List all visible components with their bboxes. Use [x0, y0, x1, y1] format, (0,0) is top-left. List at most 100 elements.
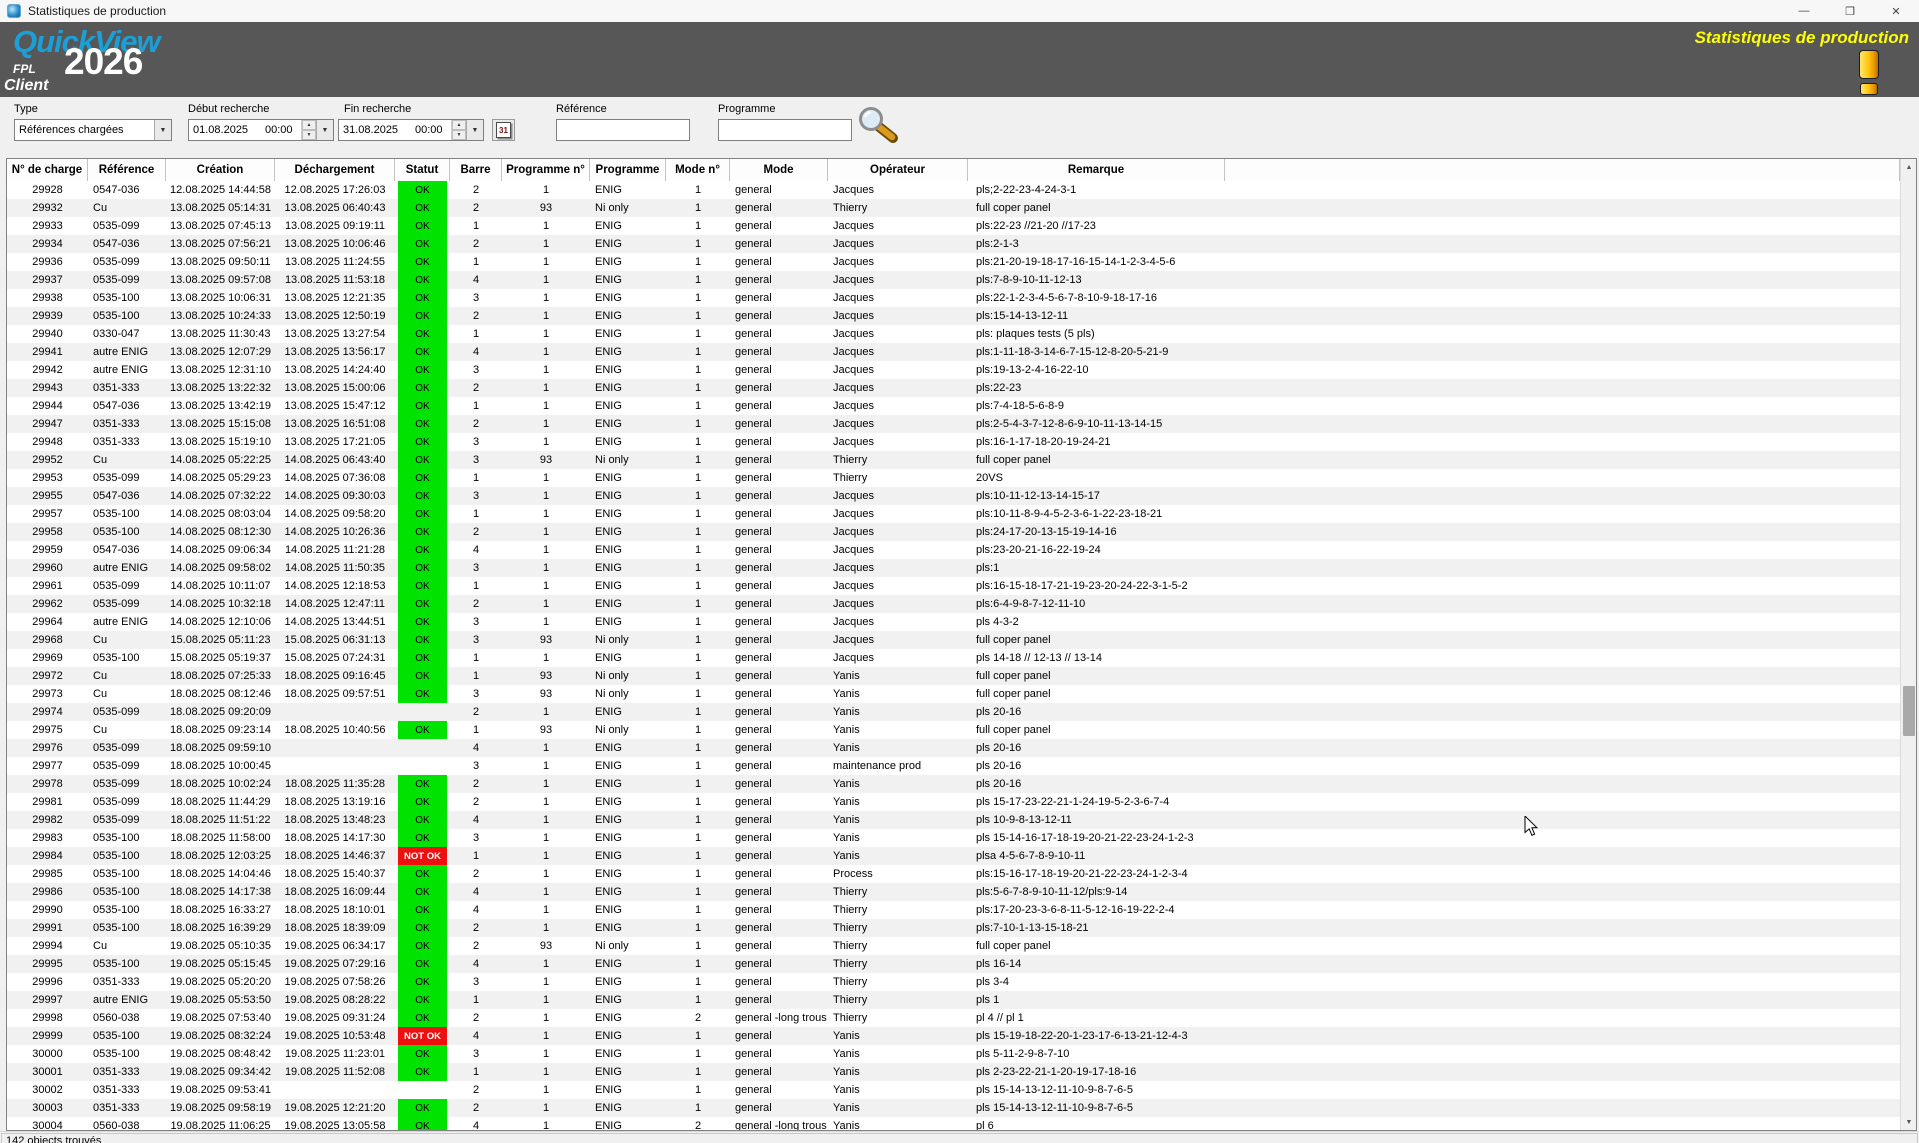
column-header[interactable]: Programme	[590, 159, 666, 181]
table-row[interactable]: 300010351-33319.08.2025 09:34:4219.08.20…	[7, 1063, 1900, 1081]
table-row[interactable]: 300020351-33319.08.2025 09:53:4121ENIG1g…	[7, 1081, 1900, 1099]
column-header[interactable]: Déchargement	[275, 159, 395, 181]
column-header[interactable]: Mode	[730, 159, 828, 181]
table-row[interactable]: 299360535-09913.08.2025 09:50:1113.08.20…	[7, 253, 1900, 271]
table-row[interactable]: 299850535-10018.08.2025 14:04:4618.08.20…	[7, 865, 1900, 883]
table-row[interactable]: 299380535-10013.08.2025 10:06:3113.08.20…	[7, 289, 1900, 307]
table-row[interactable]: 299740535-09918.08.2025 09:20:0921ENIG1g…	[7, 703, 1900, 721]
table-row[interactable]: 299960351-33319.08.2025 05:20:2019.08.20…	[7, 973, 1900, 991]
table-row[interactable]: 299530535-09914.08.2025 05:29:2314.08.20…	[7, 469, 1900, 487]
reference-input[interactable]	[556, 119, 690, 141]
table-row[interactable]: 29952Cu14.08.2025 05:22:2514.08.2025 06:…	[7, 451, 1900, 469]
table-row[interactable]: 299370535-09913.08.2025 09:57:0813.08.20…	[7, 271, 1900, 289]
chevron-down-icon[interactable]: ▼	[316, 120, 333, 140]
spin-down-icon[interactable]: ▼	[452, 130, 466, 140]
minimize-button[interactable]: —	[1781, 0, 1827, 22]
spin-down-icon[interactable]: ▼	[302, 130, 316, 140]
table-row[interactable]: 299390535-10013.08.2025 10:24:3313.08.20…	[7, 307, 1900, 325]
column-header[interactable]: Barre	[450, 159, 502, 181]
table-row[interactable]: 300000535-10019.08.2025 08:48:4219.08.20…	[7, 1045, 1900, 1063]
table-cell: plsa 4-5-6-7-8-9-10-11	[968, 847, 1225, 865]
table-row[interactable]: 299570535-10014.08.2025 08:03:0414.08.20…	[7, 505, 1900, 523]
table-row[interactable]: 299400330-04713.08.2025 11:30:4313.08.20…	[7, 325, 1900, 343]
column-header[interactable]: Création	[166, 159, 275, 181]
table-row[interactable]: 299760535-09918.08.2025 09:59:1041ENIG1g…	[7, 739, 1900, 757]
table-row[interactable]: 300040560-03819.08.2025 11:06:2519.08.20…	[7, 1117, 1900, 1130]
table-row[interactable]: 299820535-09918.08.2025 11:51:2218.08.20…	[7, 811, 1900, 829]
column-header[interactable]	[1225, 159, 1900, 181]
table-row[interactable]: 29941autre ENIG13.08.2025 12:07:2913.08.…	[7, 343, 1900, 361]
table-row[interactable]: 29932Cu13.08.2025 05:14:3113.08.2025 06:…	[7, 199, 1900, 217]
search-button[interactable]	[856, 104, 902, 155]
spin-up-icon[interactable]: ▲	[452, 120, 466, 130]
chevron-down-icon[interactable]: ▼	[466, 120, 483, 140]
table-row[interactable]: 299690535-10015.08.2025 05:19:3715.08.20…	[7, 649, 1900, 667]
table-row[interactable]: 29994Cu19.08.2025 05:10:3519.08.2025 06:…	[7, 937, 1900, 955]
scrollbar-thumb[interactable]	[1903, 686, 1915, 736]
table-row[interactable]: 29964autre ENIG14.08.2025 12:10:0614.08.…	[7, 613, 1900, 631]
table-cell: general	[730, 217, 828, 235]
table-row[interactable]: 299610535-09914.08.2025 10:11:0714.08.20…	[7, 577, 1900, 595]
table-row[interactable]: 299330535-09913.08.2025 07:45:1313.08.20…	[7, 217, 1900, 235]
table-cell: 29940	[7, 325, 88, 343]
table-row[interactable]: 299590547-03614.08.2025 09:06:3414.08.20…	[7, 541, 1900, 559]
table-cell: Jacques	[828, 631, 968, 649]
column-header[interactable]: N° de charge	[7, 159, 88, 181]
start-date-input[interactable]: 01.08.2025 00:00 ▲▼ ▼	[188, 119, 334, 141]
calendar-button[interactable]: 31	[492, 119, 515, 141]
column-header[interactable]: Opérateur	[828, 159, 968, 181]
scroll-up-icon[interactable]: ▲	[1901, 159, 1917, 175]
table-cell: 1	[502, 757, 590, 775]
type-dropdown[interactable]: Références chargées ▼	[14, 119, 172, 141]
table-row[interactable]: 299840535-10018.08.2025 12:03:2518.08.20…	[7, 847, 1900, 865]
table-row[interactable]: 299580535-10014.08.2025 08:12:3014.08.20…	[7, 523, 1900, 541]
table-row[interactable]: 299480351-33313.08.2025 15:19:1013.08.20…	[7, 433, 1900, 451]
table-row[interactable]: 299280547-03612.08.2025 14:44:5812.08.20…	[7, 181, 1900, 199]
chevron-down-icon[interactable]: ▼	[154, 120, 171, 140]
table-cell: 20VS	[968, 469, 1225, 487]
table-row[interactable]: 300030351-33319.08.2025 09:58:1919.08.20…	[7, 1099, 1900, 1117]
table-cell: 1	[666, 775, 730, 793]
table-row[interactable]: 299990535-10019.08.2025 08:32:2419.08.20…	[7, 1027, 1900, 1045]
column-header[interactable]: Statut	[395, 159, 450, 181]
table-row[interactable]: 299620535-09914.08.2025 10:32:1814.08.20…	[7, 595, 1900, 613]
table-row[interactable]: 299910535-10018.08.2025 16:39:2918.08.20…	[7, 919, 1900, 937]
table-row[interactable]: 299980560-03819.08.2025 07:53:4019.08.20…	[7, 1009, 1900, 1027]
vertical-scrollbar[interactable]: ▲ ▼	[1900, 159, 1916, 1130]
table-row[interactable]: 299950535-10019.08.2025 05:15:4519.08.20…	[7, 955, 1900, 973]
table-row[interactable]: 299470351-33313.08.2025 15:15:0813.08.20…	[7, 415, 1900, 433]
end-time-stepper[interactable]: ▲▼	[451, 120, 466, 140]
programme-input[interactable]	[718, 119, 852, 141]
column-header[interactable]: Remarque	[968, 159, 1225, 181]
column-header[interactable]: Mode n°	[666, 159, 730, 181]
end-date-input[interactable]: 31.08.2025 00:00 ▲▼ ▼	[338, 119, 484, 141]
start-time-stepper[interactable]: ▲▼	[301, 120, 316, 140]
table-row[interactable]: 299430351-33313.08.2025 13:22:3213.08.20…	[7, 379, 1900, 397]
table-cell: 18.08.2025 13:48:23	[275, 811, 395, 829]
table-row[interactable]: 29972Cu18.08.2025 07:25:3318.08.2025 09:…	[7, 667, 1900, 685]
column-header[interactable]: Programme n°	[502, 159, 590, 181]
table-row[interactable]: 29960autre ENIG14.08.2025 09:58:0214.08.…	[7, 559, 1900, 577]
table-row[interactable]: 29997autre ENIG19.08.2025 05:53:5019.08.…	[7, 991, 1900, 1009]
maximize-button[interactable]: ❐	[1827, 0, 1873, 22]
table-row[interactable]: 299340547-03613.08.2025 07:56:2113.08.20…	[7, 235, 1900, 253]
table-row[interactable]: 29942autre ENIG13.08.2025 12:31:1013.08.…	[7, 361, 1900, 379]
table-row[interactable]: 299830535-10018.08.2025 11:58:0018.08.20…	[7, 829, 1900, 847]
table-row[interactable]: 299900535-10018.08.2025 16:33:2718.08.20…	[7, 901, 1900, 919]
spin-up-icon[interactable]: ▲	[302, 120, 316, 130]
table-row[interactable]: 299780535-09918.08.2025 10:02:2418.08.20…	[7, 775, 1900, 793]
table-row[interactable]: 29968Cu15.08.2025 05:11:2315.08.2025 06:…	[7, 631, 1900, 649]
table-cell: Process	[828, 865, 968, 883]
table-row[interactable]: 29975Cu18.08.2025 09:23:1418.08.2025 10:…	[7, 721, 1900, 739]
table-row[interactable]: 299860535-10018.08.2025 14:17:3818.08.20…	[7, 883, 1900, 901]
table-row[interactable]: 299550547-03614.08.2025 07:32:2214.08.20…	[7, 487, 1900, 505]
table-row[interactable]: 299770535-09918.08.2025 10:00:4531ENIG1g…	[7, 757, 1900, 775]
column-header[interactable]: Référence	[88, 159, 166, 181]
table-row[interactable]: 299810535-09918.08.2025 11:44:2918.08.20…	[7, 793, 1900, 811]
table-row[interactable]: 299440547-03613.08.2025 13:42:1913.08.20…	[7, 397, 1900, 415]
table-cell	[1225, 721, 1900, 739]
table-cell	[1225, 901, 1900, 919]
scroll-down-icon[interactable]: ▼	[1901, 1114, 1917, 1130]
table-row[interactable]: 29973Cu18.08.2025 08:12:4618.08.2025 09:…	[7, 685, 1900, 703]
close-button[interactable]: ✕	[1873, 0, 1919, 22]
